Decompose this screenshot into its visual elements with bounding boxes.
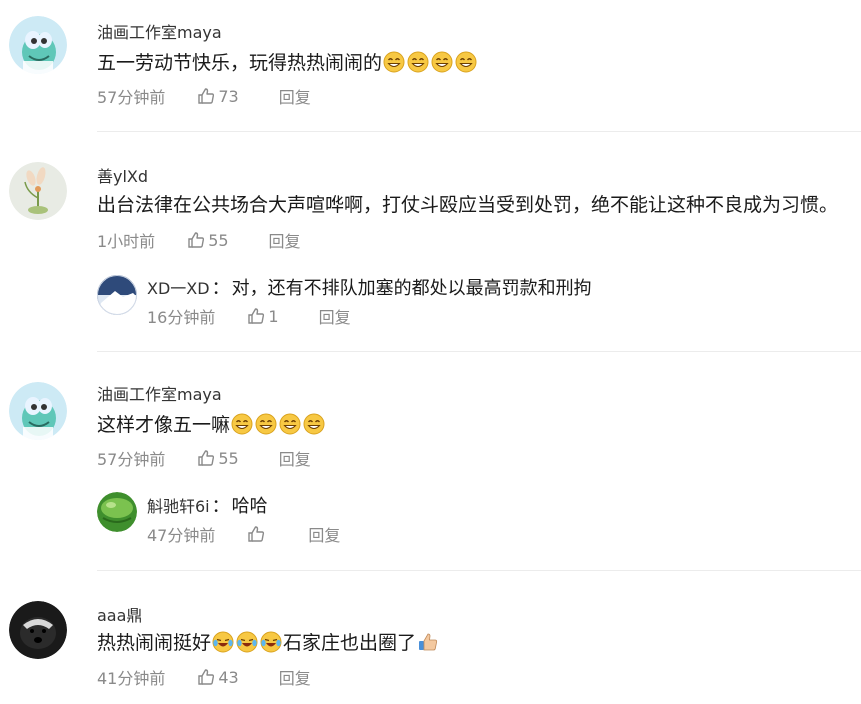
username[interactable]: 油画工作室maya [97, 381, 222, 405]
reply-text-body: 对，还有不排队加塞的都处以最高罚款和刑拘 [231, 278, 592, 299]
reply-button[interactable]: 回复 [308, 522, 340, 546]
thumbs-up-icon [187, 231, 205, 249]
timestamp: 57分钟前 [97, 450, 166, 469]
like-count: 1 [268, 306, 279, 326]
avatar[interactable] [9, 16, 67, 74]
timestamp: 57分钟前 [97, 88, 166, 107]
comment-text: 这样才像五一嘛 [97, 410, 326, 437]
reply-button[interactable]: 回复 [269, 228, 301, 252]
reply-meta: 47分钟前 回复 [147, 522, 340, 546]
username[interactable]: 善ylXd [97, 163, 148, 187]
smile-emoji [231, 413, 253, 435]
reply-username[interactable]: XD一XD [147, 275, 210, 299]
laugh-cry-emoji [236, 631, 258, 653]
timestamp: 41分钟前 [97, 669, 166, 688]
avatar[interactable] [9, 382, 67, 440]
like-count: 55 [218, 448, 239, 468]
comment-text: 热热闹闹挺好 石家庄也出圈了 [97, 628, 440, 655]
like-count: 55 [208, 230, 229, 250]
laugh-cry-emoji [260, 631, 282, 653]
reply-text: 斛驰轩6i ： 哈哈 [147, 492, 268, 518]
reply-text: XD一XD ： 对，还有不排队加塞的都处以最高罚款和刑拘 [147, 274, 592, 300]
username[interactable]: 油画工作室maya [97, 19, 222, 43]
comment-text-body: 出台法律在公共场合大声喧哗啊，打仗斗殴应当受到处罚，绝不能让这种不良成为习惯。 [97, 194, 839, 216]
timestamp: 47分钟前 [147, 526, 216, 545]
reply-button[interactable]: 回复 [319, 304, 351, 328]
like-button[interactable]: 43 [197, 667, 239, 687]
smile-emoji [383, 51, 405, 73]
smile-emoji [255, 413, 277, 435]
like-button[interactable] [247, 525, 268, 543]
divider [97, 570, 861, 571]
divider [97, 351, 861, 352]
comment-text: 出台法律在公共场合大声喧哗啊，打仗斗殴应当受到处罚，绝不能让这种不良成为习惯。 [97, 190, 838, 217]
reply-button[interactable]: 回复 [279, 446, 311, 470]
comment-meta: 57分钟前 55 回复 [97, 446, 311, 470]
username[interactable]: aaa鼎 [97, 602, 142, 626]
laugh-cry-emoji [212, 631, 234, 653]
avatar[interactable] [9, 601, 67, 659]
reply-button[interactable]: 回复 [279, 665, 311, 689]
comment-meta: 41分钟前 43 回复 [97, 665, 311, 689]
timestamp: 1小时前 [97, 232, 156, 251]
smile-emoji [431, 51, 453, 73]
like-button[interactable]: 1 [247, 306, 279, 326]
thumbs-up-icon [197, 449, 215, 467]
thumbs-up-icon [247, 525, 265, 543]
smile-emoji [455, 51, 477, 73]
like-button[interactable]: 55 [187, 230, 229, 250]
reply-separator: ： [211, 496, 230, 517]
avatar[interactable] [97, 275, 137, 315]
divider [97, 131, 861, 132]
thumbs-up-icon [197, 668, 215, 686]
comment-text-body: 这样才像五一嘛 [97, 414, 231, 436]
reply-button[interactable]: 回复 [279, 84, 311, 108]
timestamp: 16分钟前 [147, 308, 216, 327]
like-button[interactable]: 73 [197, 86, 239, 106]
thumbs-up-emoji [417, 631, 439, 653]
comment-text: 五一劳动节快乐，玩得热热闹闹的 [97, 48, 478, 75]
reply-username[interactable]: 斛驰轩6i [147, 493, 210, 517]
reply-meta: 16分钟前 1 回复 [147, 304, 351, 328]
reply-text-body: 哈哈 [231, 496, 268, 517]
comment-text-body: 热热闹闹挺好 [97, 632, 212, 654]
avatar[interactable] [9, 162, 67, 220]
thumbs-up-icon [197, 87, 215, 105]
like-count: 73 [218, 86, 239, 106]
like-button[interactable]: 55 [197, 448, 239, 468]
thumbs-up-icon [247, 307, 265, 325]
avatar[interactable] [97, 492, 137, 532]
comment-text-body: 石家庄也出圈了 [283, 632, 417, 654]
reply-separator: ： [211, 278, 230, 299]
comment-meta: 1小时前 55 回复 [97, 228, 301, 252]
comment-text-body: 五一劳动节快乐，玩得热热闹闹的 [97, 52, 383, 74]
like-count: 43 [218, 667, 239, 687]
smile-emoji [407, 51, 429, 73]
smile-emoji [279, 413, 301, 435]
smile-emoji [303, 413, 325, 435]
comment-meta: 57分钟前 73 回复 [97, 84, 311, 108]
